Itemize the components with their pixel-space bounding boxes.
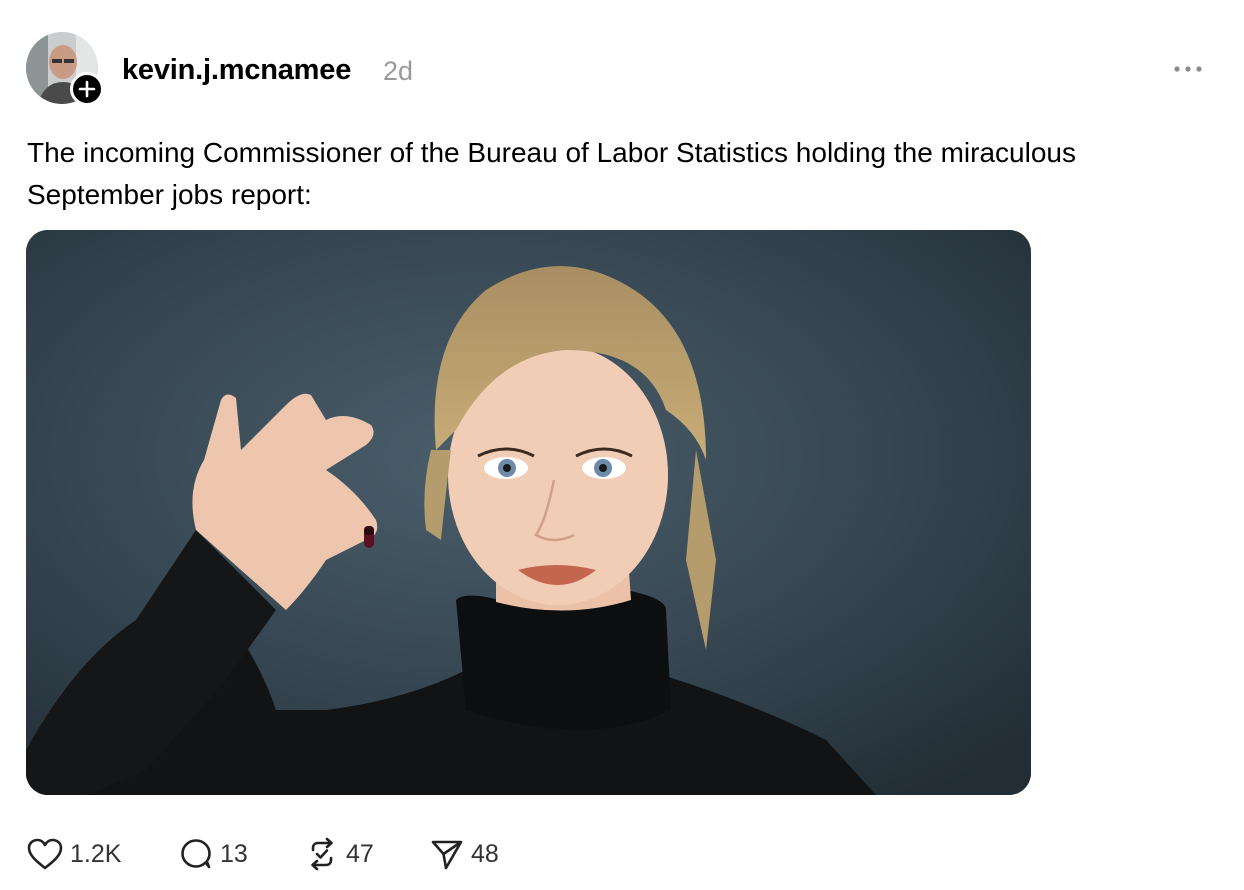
send-icon xyxy=(431,840,463,870)
like-button[interactable]: 1.2K xyxy=(26,834,178,874)
heart-icon xyxy=(27,838,63,870)
plus-icon xyxy=(78,80,96,98)
repost-icon xyxy=(311,837,333,871)
follow-button[interactable] xyxy=(70,72,104,106)
post-image[interactable] xyxy=(26,230,1031,795)
thread-post: kevin.j.mcnamee 2d The incoming Commissi… xyxy=(0,0,1244,890)
comment-bubble-icon xyxy=(181,839,211,869)
post-actions-bar: 1.2K 13 47 48 xyxy=(26,834,519,874)
like-count: 1.2K xyxy=(70,839,122,868)
more-options-button[interactable] xyxy=(1166,54,1210,84)
repost-count: 47 xyxy=(346,839,374,868)
share-button[interactable]: 48 xyxy=(429,834,519,874)
reply-button[interactable]: 13 xyxy=(178,834,304,874)
reply-count: 13 xyxy=(220,839,248,868)
post-timestamp[interactable]: 2d xyxy=(383,54,413,88)
post-photo xyxy=(26,230,1031,795)
share-count: 48 xyxy=(471,839,499,868)
repost-button[interactable]: 47 xyxy=(304,834,429,874)
post-text: The incoming Commissioner of the Bureau … xyxy=(27,137,1076,210)
more-horizontal-icon xyxy=(1174,66,1202,72)
username[interactable]: kevin.j.mcnamee xyxy=(122,52,351,88)
avatar-container[interactable] xyxy=(26,32,104,106)
